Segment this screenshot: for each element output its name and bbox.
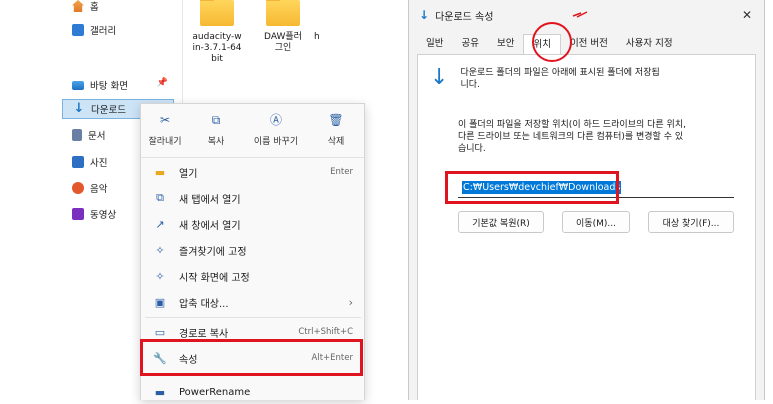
folder-open-icon: ▬ (154, 165, 166, 179)
rename-button[interactable]: Ⓐ 이름 바꾸기 (245, 114, 307, 157)
location-tab-panel: ↓ 다운로드 폴더의 파일은 아래에 표시된 폴더에 저장됩 니다. 이 폴더의… (417, 54, 756, 400)
sidebar-item-label: 음악 (90, 184, 108, 195)
sidebar-item-label: 동영상 (90, 210, 117, 221)
info-text: 니다. (460, 80, 480, 90)
menu-item-label: 경로로 복사 (179, 328, 229, 340)
new-window-icon: ↗ (155, 217, 165, 231)
menu-item-label: 새 탭에서 열기 (179, 194, 241, 206)
pin-icon[interactable]: 📌 (157, 78, 168, 88)
menu-item-label: 새 창에서 열기 (179, 220, 241, 232)
cut-button[interactable]: ✂ 잘라내기 (143, 114, 187, 157)
info-text: 다운로드 폴더의 파일은 아래에 표시된 폴더에 저장됩 (460, 68, 660, 78)
menu-item-label: 압축 대상... (179, 298, 229, 310)
sidebar-item-label: 홈 (90, 2, 99, 13)
tab-security[interactable]: 보안 (488, 34, 523, 54)
menu-divider (145, 317, 361, 318)
menu-item-pin-quick-access[interactable]: ✧ 즐겨찾기에 고정 (145, 238, 361, 262)
pin-icon: ✧ (155, 243, 165, 257)
sidebar-item-label: 사진 (90, 158, 108, 169)
file-item[interactable]: audacity-w in-3.7.1-64 bit (190, 0, 244, 65)
folder-icon (266, 0, 300, 26)
move-button[interactable]: 이동(M)... (562, 211, 630, 233)
menu-item-label: 열기 (179, 168, 198, 180)
archive-icon: ▣ (154, 295, 166, 309)
file-name-line: audacity-w (192, 32, 242, 42)
music-icon (72, 182, 84, 194)
pictures-icon (72, 156, 84, 168)
rename-icon: Ⓐ (269, 113, 282, 127)
home-icon (72, 0, 84, 12)
download-icon: ↓ (73, 101, 85, 116)
download-folder-icon: ↓ (430, 65, 449, 90)
sidebar-item-label: 바탕 화면 (90, 81, 128, 92)
sidebar-item-home[interactable]: 홈 (62, 0, 174, 16)
file-name-line: h (314, 32, 320, 42)
location-info: ↓ 다운로드 폴더의 파일은 아래에 표시된 폴더에 저장됩 니다. (430, 67, 660, 91)
rename-label: 이름 바꾸기 (253, 137, 299, 147)
gallery-icon (72, 24, 84, 36)
menu-item-open-new-window[interactable]: ↗ 새 창에서 열기 (145, 212, 361, 236)
file-name-line: bit (211, 54, 223, 64)
menu-shortcut: Enter (330, 167, 353, 177)
tab-customize[interactable]: 사용자 지정 (617, 34, 682, 54)
description-line: 습니다. (458, 144, 486, 154)
new-tab-icon: ⧉ (156, 191, 164, 204)
properties-highlight-box (140, 339, 363, 376)
sidebar-item-desktop[interactable]: 바탕 화면 📌 (62, 75, 174, 95)
sidebar-item-gallery[interactable]: 갤러리 (62, 20, 174, 40)
sidebar-item-label: 문서 (88, 131, 106, 142)
copy-icon: ⧉ (211, 113, 221, 127)
copy-label: 복사 (207, 137, 225, 147)
menu-item-open[interactable]: ▬ 열기 Enter (145, 160, 361, 184)
tab-general[interactable]: 일반 (417, 34, 452, 54)
cut-icon: ✂ (159, 113, 171, 127)
video-icon (72, 208, 84, 220)
path-highlight-box (445, 171, 619, 204)
description-line: 이 폴더의 파일을 저장할 위치(이 하드 드라이브의 다른 위치, (458, 120, 686, 130)
menu-item-label: 즐겨찾기에 고정 (179, 246, 247, 258)
menu-item-compress[interactable]: ▣ 압축 대상... › (145, 290, 361, 314)
copy-button[interactable]: ⧉ 복사 (194, 114, 238, 157)
menu-item-power-rename[interactable]: ▬ PowerRename (145, 380, 361, 404)
location-tab-circle-annotation (532, 22, 572, 62)
file-item[interactable]: h (314, 0, 334, 43)
scribble-annotation (572, 11, 588, 18)
sidebar-item-label: 갤러리 (90, 26, 117, 37)
file-item[interactable]: DAW플러 그인 (256, 0, 310, 54)
delete-button[interactable]: 🗑 삭제 (314, 114, 358, 157)
submenu-chevron-icon: › (348, 295, 353, 309)
file-name-line: 그인 (274, 43, 292, 53)
pin-start-icon: ✧ (155, 269, 165, 283)
location-description: 이 폴더의 파일을 저장할 위치(이 하드 드라이브의 다른 위치, 다른 드라… (458, 119, 750, 155)
delete-icon: 🗑 (328, 113, 344, 127)
copy-path-icon: ▭ (154, 325, 166, 339)
restore-default-button[interactable]: 기본값 복원(R) (458, 211, 544, 233)
file-name-line: in-3.7.1-64 (192, 43, 242, 53)
menu-item-label: 시작 화면에 고정 (179, 272, 250, 284)
dialog-title: 다운로드 속성 (435, 11, 494, 23)
context-toolbar: ✂ 잘라내기 ⧉ 복사 Ⓐ 이름 바꾸기 🗑 삭제 (141, 104, 364, 158)
menu-item-open-new-tab[interactable]: ⧉ 새 탭에서 열기 (145, 186, 361, 210)
delete-label: 삭제 (327, 137, 345, 147)
document-icon (72, 129, 82, 141)
power-rename-icon: ▬ (154, 385, 166, 399)
find-target-button[interactable]: 대상 찾기(F)... (648, 211, 734, 233)
menu-shortcut: Ctrl+Shift+C (298, 327, 353, 337)
close-button[interactable]: ✕ (742, 8, 752, 22)
desktop-icon (72, 80, 84, 90)
cut-label: 잘라내기 (148, 137, 182, 147)
menu-item-label: PowerRename (179, 386, 251, 398)
menu-item-pin-start[interactable]: ✧ 시작 화면에 고정 (145, 264, 361, 288)
download-icon: ↓ (419, 8, 430, 22)
tab-sharing[interactable]: 공유 (452, 34, 487, 54)
folder-icon (200, 0, 234, 26)
file-name-line: DAW플러 (264, 32, 302, 42)
sidebar-item-label: 다운로드 (91, 105, 126, 116)
description-line: 다른 드라이브 또는 네트워크의 다른 컴퓨터)를 변경할 수 있 (458, 132, 684, 142)
